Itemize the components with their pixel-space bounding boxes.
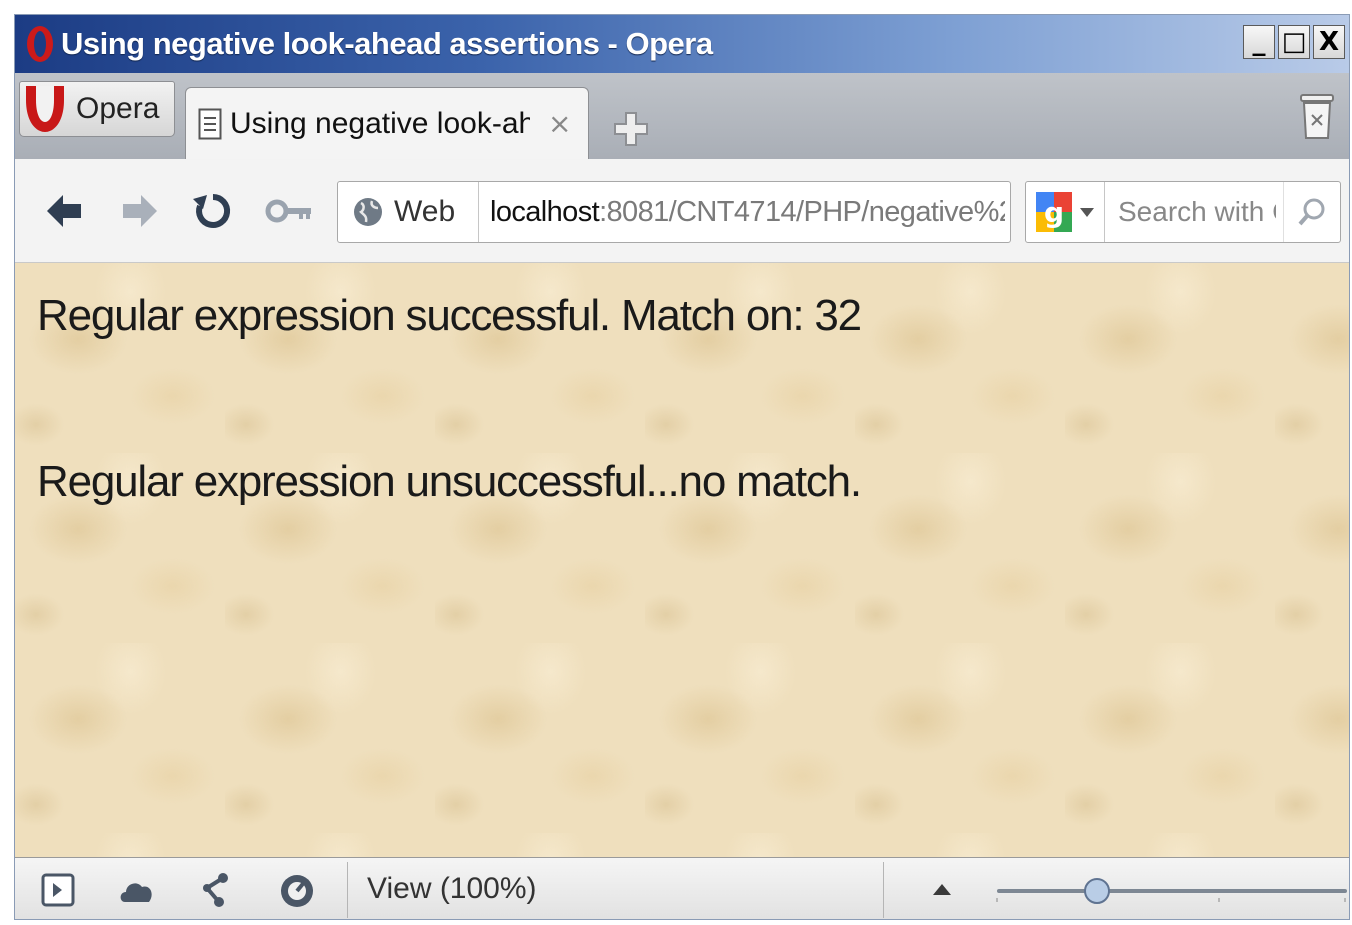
back-arrow-icon[interactable] — [43, 189, 87, 233]
page-icon — [198, 108, 222, 140]
new-tab-icon[interactable] — [611, 109, 651, 149]
forward-arrow-icon[interactable] — [117, 189, 161, 233]
status-bar: View (100%) — [15, 857, 1349, 919]
page-content: Regular expression successful. Match on:… — [15, 263, 1349, 857]
url-path: :8081/CNT4714/PHP/negative%20lo — [599, 195, 1005, 228]
search-box[interactable]: g Search with Google — [1025, 181, 1341, 243]
tab-label: Using negative look-ahe... — [230, 106, 530, 140]
maximize-button[interactable]: □ — [1278, 25, 1310, 59]
tab-bar: Opera Using negative look-ahe... × — [15, 73, 1349, 159]
search-engine-selector[interactable]: g — [1026, 182, 1105, 242]
url-input[interactable]: localhost:8081/CNT4714/PHP/negative%20lo — [490, 182, 1005, 242]
minimize-button[interactable]: _ — [1243, 25, 1275, 59]
opera-unite-cloud-icon[interactable] — [117, 870, 157, 910]
opera-link-icon[interactable] — [197, 870, 237, 910]
search-magnifier-icon[interactable] — [1283, 182, 1340, 242]
zoom-up-arrow-icon[interactable] — [927, 876, 957, 902]
globe-icon — [352, 196, 384, 228]
opera-menu-label: Opera — [76, 92, 160, 125]
opera-turbo-speedometer-icon[interactable] — [277, 870, 317, 910]
address-scope-label: Web — [394, 195, 456, 228]
chevron-down-icon — [1080, 208, 1094, 218]
closed-tabs-trash-icon[interactable] — [1299, 93, 1335, 141]
navigation-bar: Web localhost:8081/CNT4714/PHP/negative%… — [15, 159, 1349, 263]
key-icon[interactable] — [265, 189, 313, 233]
google-logo-icon: g — [1036, 192, 1072, 232]
result-line-2: Regular expression unsuccessful...no mat… — [37, 457, 862, 506]
search-input[interactable]: Search with Google — [1118, 182, 1276, 242]
tab-active[interactable]: Using negative look-ahe... × — [185, 87, 589, 159]
address-scope-button[interactable]: Web — [338, 182, 479, 242]
panel-toggle-icon[interactable] — [39, 870, 79, 910]
zoom-slider[interactable] — [995, 874, 1349, 908]
browser-window: Using negative look-ahead assertions - O… — [14, 14, 1350, 920]
url-host: localhost — [490, 195, 600, 228]
svg-text:g: g — [1044, 196, 1064, 229]
opera-menu-icon — [24, 86, 66, 132]
opera-logo-icon — [25, 24, 55, 64]
zoom-view-label[interactable]: View (100%) — [367, 858, 537, 919]
tab-close-button[interactable]: × — [548, 107, 571, 140]
opera-menu-button[interactable]: Opera — [19, 81, 175, 137]
reload-icon[interactable] — [191, 189, 235, 233]
window-title: Using negative look-ahead assertions - O… — [61, 26, 713, 61]
title-bar[interactable]: Using negative look-ahead assertions - O… — [15, 15, 1349, 73]
result-line-1: Regular expression successful. Match on:… — [37, 291, 862, 340]
close-button[interactable]: X — [1313, 25, 1345, 59]
status-divider — [347, 862, 348, 918]
status-divider — [883, 862, 884, 918]
address-bar[interactable]: Web localhost:8081/CNT4714/PHP/negative%… — [337, 181, 1011, 243]
